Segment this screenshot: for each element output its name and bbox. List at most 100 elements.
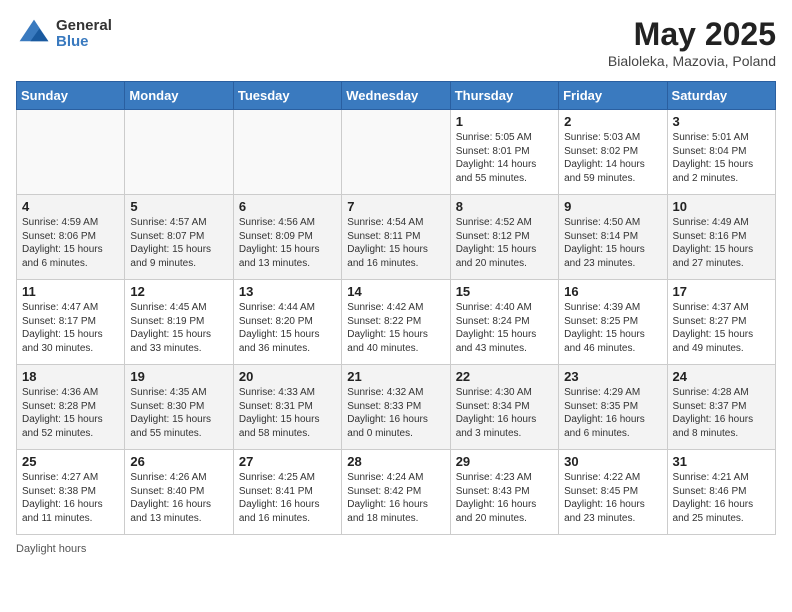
calendar-cell: 23Sunrise: 4:29 AM Sunset: 8:35 PM Dayli… — [559, 365, 667, 450]
day-number: 8 — [456, 199, 553, 214]
footer: Daylight hours — [16, 543, 776, 555]
calendar-cell — [17, 110, 125, 195]
cell-info: Sunrise: 4:22 AM Sunset: 8:45 PM Dayligh… — [564, 471, 661, 525]
calendar-cell — [342, 110, 450, 195]
calendar-cell: 27 Sunrise: 4:25 AM Sunset: 8:41 PM Dayli… — [233, 450, 341, 535]
week-row-1: 1Sunrise: 5:05 AM Sunset: 8:01 PM Daylig… — [17, 110, 776, 195]
cell-info: Sunrise: 4:50 AM Sunset: 8:14 PM Dayligh… — [564, 216, 661, 270]
column-header-thursday: Thursday — [450, 82, 558, 110]
cell-info: Sunrise: 4:37 AM Sunset: 8:27 PM Dayligh… — [673, 301, 770, 355]
column-header-monday: Monday — [125, 82, 233, 110]
cell-info: Sunrise: 4:21 AM Sunset: 8:46 PM Dayligh… — [673, 471, 770, 525]
calendar-cell: 3Sunrise: 5:01 AM Sunset: 8:04 PM Daylig… — [667, 110, 775, 195]
day-number: 24 — [673, 369, 770, 384]
calendar-cell: 6 Sunrise: 4:56 AM Sunset: 8:09 PM Daylig… — [233, 195, 341, 280]
column-header-saturday: Saturday — [667, 82, 775, 110]
calendar-cell: 2 Sunrise: 5:03 AM Sunset: 8:02 PM Daylig… — [559, 110, 667, 195]
day-number: 7 — [347, 199, 444, 214]
calendar-cell — [233, 110, 341, 195]
calendar-cell: 24 Sunrise: 4:28 AM Sunset: 8:37 PM Dayli… — [667, 365, 775, 450]
calendar-cell: 17 Sunrise: 4:37 AM Sunset: 8:27 PM Dayli… — [667, 280, 775, 365]
day-number: 22 — [456, 369, 553, 384]
calendar-cell: 1Sunrise: 5:05 AM Sunset: 8:01 PM Daylig… — [450, 110, 558, 195]
calendar-cell: 30 Sunrise: 4:22 AM Sunset: 8:45 PM Dayli… — [559, 450, 667, 535]
cell-info: Sunrise: 4:28 AM Sunset: 8:37 PM Dayligh… — [673, 386, 770, 440]
cell-info: Sunrise: 4:23 AM Sunset: 8:43 PM Dayligh… — [456, 471, 553, 525]
day-number: 27 — [239, 454, 336, 469]
day-number: 6 — [239, 199, 336, 214]
day-number: 29 — [456, 454, 553, 469]
title-block: May 2025 Bialoleka, Mazovia, Poland — [608, 16, 776, 69]
cell-info: Sunrise: 5:01 AM Sunset: 8:04 PM Dayligh… — [673, 131, 770, 185]
calendar-cell: 13 Sunrise: 4:44 AM Sunset: 8:20 PM Dayli… — [233, 280, 341, 365]
month-year: May 2025 — [608, 16, 776, 53]
column-header-tuesday: Tuesday — [233, 82, 341, 110]
cell-info: Sunrise: 5:03 AM Sunset: 8:02 PM Dayligh… — [564, 131, 661, 185]
day-number: 23 — [564, 369, 661, 384]
cell-info: Sunrise: 4:57 AM Sunset: 8:07 PM Dayligh… — [130, 216, 227, 270]
calendar-cell: 12Sunrise: 4:45 AM Sunset: 8:19 PM Dayli… — [125, 280, 233, 365]
calendar-cell — [125, 110, 233, 195]
day-number: 30 — [564, 454, 661, 469]
calendar-cell: 9 Sunrise: 4:50 AM Sunset: 8:14 PM Daylig… — [559, 195, 667, 280]
day-number: 18 — [22, 369, 119, 384]
day-number: 1 — [456, 114, 553, 129]
week-row-3: 11Sunrise: 4:47 AM Sunset: 8:17 PM Dayli… — [17, 280, 776, 365]
cell-info: Sunrise: 4:35 AM Sunset: 8:30 PM Dayligh… — [130, 386, 227, 440]
logo-blue: Blue — [56, 34, 112, 51]
day-number: 2 — [564, 114, 661, 129]
cell-info: Sunrise: 4:56 AM Sunset: 8:09 PM Dayligh… — [239, 216, 336, 270]
calendar-cell: 7Sunrise: 4:54 AM Sunset: 8:11 PM Daylig… — [342, 195, 450, 280]
day-number: 20 — [239, 369, 336, 384]
cell-info: Sunrise: 4:26 AM Sunset: 8:40 PM Dayligh… — [130, 471, 227, 525]
cell-info: Sunrise: 4:25 AM Sunset: 8:41 PM Dayligh… — [239, 471, 336, 525]
day-number: 5 — [130, 199, 227, 214]
cell-info: Sunrise: 4:40 AM Sunset: 8:24 PM Dayligh… — [456, 301, 553, 355]
calendar-cell: 19 Sunrise: 4:35 AM Sunset: 8:30 PM Dayli… — [125, 365, 233, 450]
column-header-wednesday: Wednesday — [342, 82, 450, 110]
day-number: 26 — [130, 454, 227, 469]
day-number: 11 — [22, 284, 119, 299]
day-number: 25 — [22, 454, 119, 469]
logo-text: General Blue — [56, 18, 112, 51]
cell-info: Sunrise: 4:33 AM Sunset: 8:31 PM Dayligh… — [239, 386, 336, 440]
cell-info: Sunrise: 4:39 AM Sunset: 8:25 PM Dayligh… — [564, 301, 661, 355]
logo-icon — [16, 16, 52, 52]
week-row-2: 4 Sunrise: 4:59 AM Sunset: 8:06 PM Daylig… — [17, 195, 776, 280]
cell-info: Sunrise: 4:49 AM Sunset: 8:16 PM Dayligh… — [673, 216, 770, 270]
logo: General Blue — [16, 16, 112, 52]
calendar-cell: 29 Sunrise: 4:23 AM Sunset: 8:43 PM Dayli… — [450, 450, 558, 535]
day-number: 17 — [673, 284, 770, 299]
calendar-cell: 26 Sunrise: 4:26 AM Sunset: 8:40 PM Dayli… — [125, 450, 233, 535]
calendar-cell: 15 Sunrise: 4:40 AM Sunset: 8:24 PM Dayli… — [450, 280, 558, 365]
cell-info: Sunrise: 4:42 AM Sunset: 8:22 PM Dayligh… — [347, 301, 444, 355]
calendar-cell: 18 Sunrise: 4:36 AM Sunset: 8:28 PM Dayli… — [17, 365, 125, 450]
calendar-cell: 5 Sunrise: 4:57 AM Sunset: 8:07 PM Daylig… — [125, 195, 233, 280]
calendar-cell: 21Sunrise: 4:32 AM Sunset: 8:33 PM Dayli… — [342, 365, 450, 450]
calendar-cell: 16Sunrise: 4:39 AM Sunset: 8:25 PM Dayli… — [559, 280, 667, 365]
cell-info: Sunrise: 4:36 AM Sunset: 8:28 PM Dayligh… — [22, 386, 119, 440]
cell-info: Sunrise: 4:45 AM Sunset: 8:19 PM Dayligh… — [130, 301, 227, 355]
day-number: 4 — [22, 199, 119, 214]
location: Bialoleka, Mazovia, Poland — [608, 53, 776, 69]
cell-info: Sunrise: 4:59 AM Sunset: 8:06 PM Dayligh… — [22, 216, 119, 270]
cell-info: Sunrise: 4:27 AM Sunset: 8:38 PM Dayligh… — [22, 471, 119, 525]
calendar-cell: 28Sunrise: 4:24 AM Sunset: 8:42 PM Dayli… — [342, 450, 450, 535]
column-header-friday: Friday — [559, 82, 667, 110]
cell-info: Sunrise: 4:44 AM Sunset: 8:20 PM Dayligh… — [239, 301, 336, 355]
day-number: 19 — [130, 369, 227, 384]
cell-info: Sunrise: 4:24 AM Sunset: 8:42 PM Dayligh… — [347, 471, 444, 525]
calendar-table: SundayMondayTuesdayWednesdayThursdayFrid… — [16, 81, 776, 535]
day-number: 14 — [347, 284, 444, 299]
day-number: 9 — [564, 199, 661, 214]
day-number: 15 — [456, 284, 553, 299]
calendar-cell: 20 Sunrise: 4:33 AM Sunset: 8:31 PM Dayli… — [233, 365, 341, 450]
day-number: 13 — [239, 284, 336, 299]
calendar-cell: 10Sunrise: 4:49 AM Sunset: 8:16 PM Dayli… — [667, 195, 775, 280]
calendar-cell: 11Sunrise: 4:47 AM Sunset: 8:17 PM Dayli… — [17, 280, 125, 365]
week-row-4: 18 Sunrise: 4:36 AM Sunset: 8:28 PM Dayli… — [17, 365, 776, 450]
calendar-cell: 22Sunrise: 4:30 AM Sunset: 8:34 PM Dayli… — [450, 365, 558, 450]
week-row-5: 25 Sunrise: 4:27 AM Sunset: 8:38 PM Dayli… — [17, 450, 776, 535]
day-number: 31 — [673, 454, 770, 469]
cell-info: Sunrise: 4:32 AM Sunset: 8:33 PM Dayligh… — [347, 386, 444, 440]
